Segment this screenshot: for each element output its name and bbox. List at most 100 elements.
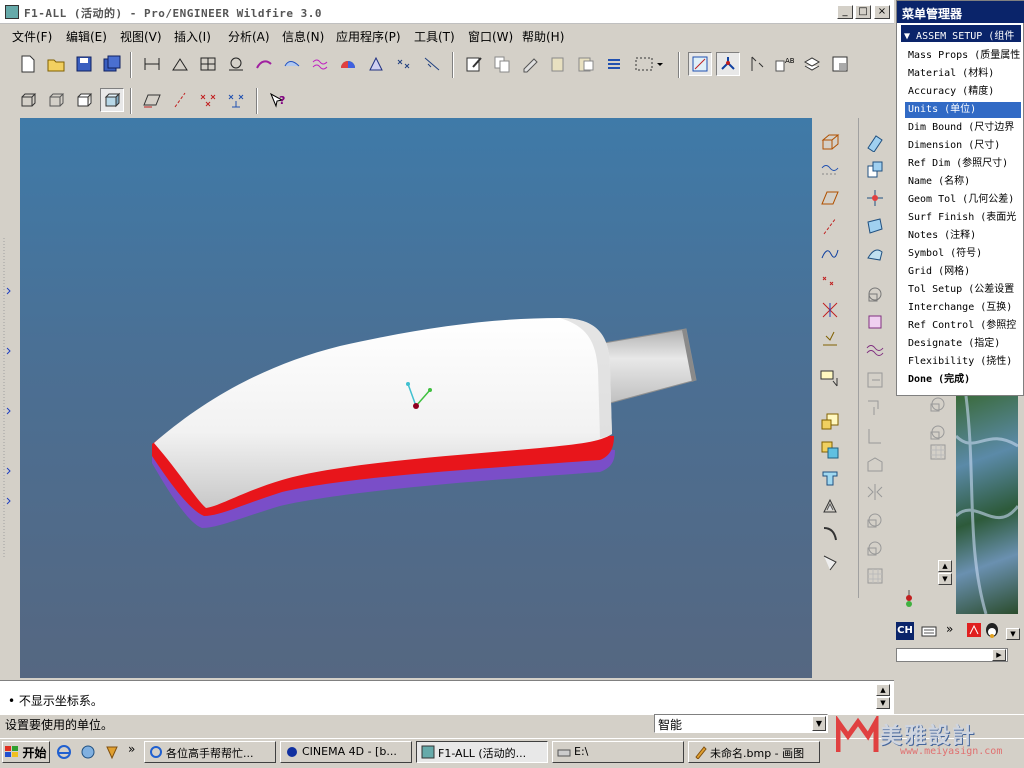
- warp-tool-icon[interactable]: [861, 214, 889, 238]
- group-tool-icon[interactable]: [861, 536, 889, 560]
- move-tool-icon[interactable]: [861, 186, 889, 210]
- menu-item-geom-tol[interactable]: Geom Tol (几何公差): [905, 192, 1021, 208]
- menu-item-notes[interactable]: Notes (注释): [905, 228, 1021, 244]
- message-scroll-down[interactable]: ▼: [876, 697, 890, 709]
- menu-item-tol-setup[interactable]: Tol Setup (公差设置: [905, 282, 1021, 298]
- offset-tool-icon[interactable]: [861, 282, 889, 306]
- save-icon[interactable]: [72, 52, 96, 76]
- tray-down-arrow[interactable]: ▼: [1006, 628, 1020, 640]
- annotation-tool-icon[interactable]: [816, 366, 844, 390]
- menu-item-units[interactable]: Units (单位): [905, 102, 1021, 118]
- media-icon[interactable]: [80, 744, 96, 760]
- axis-tool-icon[interactable]: [816, 214, 844, 238]
- hidden-line-icon[interactable]: [44, 88, 68, 112]
- round-tool-icon[interactable]: [816, 522, 844, 546]
- menu-item-grid[interactable]: Grid (网格): [905, 264, 1021, 280]
- menu-item-flexibility[interactable]: Flexibility (挠性): [905, 354, 1021, 370]
- scroll-down-arrow[interactable]: ▼: [938, 573, 952, 585]
- repaint-icon[interactable]: [688, 52, 712, 76]
- sweep-icon[interactable]: [308, 52, 332, 76]
- menu-item-ref-dim[interactable]: Ref Dim (参照尺寸): [905, 156, 1021, 172]
- csys-display-icon[interactable]: [224, 88, 248, 112]
- menu-window[interactable]: 窗口(W): [468, 28, 513, 45]
- insert-point-icon[interactable]: [744, 52, 768, 76]
- curve-tool-icon[interactable]: [816, 242, 844, 266]
- shell-tool-icon[interactable]: [816, 494, 844, 518]
- task-explorer[interactable]: E:\: [552, 741, 684, 763]
- paste-icon[interactable]: [518, 52, 542, 76]
- menu-item-done[interactable]: Done (完成): [905, 372, 1021, 388]
- intersect-tool-icon[interactable]: [861, 452, 889, 476]
- quick-launch-icon[interactable]: [104, 744, 120, 760]
- surface-edit-icon[interactable]: [861, 242, 889, 266]
- edit-sketch-icon[interactable]: [462, 52, 486, 76]
- assem-setup-header[interactable]: ▼ ASSEM SETUP (组件: [901, 25, 1021, 42]
- insert-component-icon[interactable]: [816, 410, 844, 434]
- chamfer-tool-icon[interactable]: [816, 550, 844, 574]
- merge-tool-icon[interactable]: [861, 338, 889, 362]
- datum-axis-icon[interactable]: [420, 52, 444, 76]
- quicklaunch-overflow[interactable]: »: [128, 742, 135, 756]
- menu-item-accuracy[interactable]: Accuracy (精度): [905, 84, 1021, 100]
- selection-filter-select[interactable]: 智能: [654, 714, 828, 733]
- pattern-tool-icon[interactable]: [861, 508, 889, 532]
- sketch-tool-icon[interactable]: [816, 158, 844, 182]
- grid-tool-icon[interactable]: [861, 564, 889, 588]
- task-cinema4d[interactable]: CINEMA 4D - [b...: [280, 741, 412, 763]
- datum-point-icon[interactable]: [392, 52, 416, 76]
- menu-analysis[interactable]: 分析(A): [228, 28, 270, 45]
- menu-view[interactable]: 视图(V): [120, 28, 162, 45]
- hole-tool-icon[interactable]: [816, 466, 844, 490]
- csys-tool-icon[interactable]: [816, 298, 844, 322]
- task-forum[interactable]: 各位高手帮帮忙...: [144, 741, 276, 763]
- menu-help[interactable]: 帮助(H): [522, 28, 564, 45]
- surface-icon[interactable]: [364, 52, 388, 76]
- trim-tool-icon[interactable]: [861, 396, 889, 420]
- axis-display-icon[interactable]: [168, 88, 192, 112]
- ime-indicator[interactable]: CH: [896, 622, 914, 640]
- task-paint[interactable]: 未命名.bmp - 画图: [688, 741, 820, 763]
- menu-tools[interactable]: 工具(T): [414, 28, 455, 45]
- start-button[interactable]: 开始: [2, 741, 50, 763]
- annotation-icon[interactable]: AB: [772, 52, 796, 76]
- menu-item-mass-props[interactable]: Mass Props (质量属性: [905, 48, 1021, 64]
- thicken-tool-icon[interactable]: [861, 310, 889, 334]
- task-proengineer[interactable]: F1-ALL (活动的...: [416, 741, 548, 763]
- menu-item-dim-bound[interactable]: Dim Bound (尺寸边界: [905, 120, 1021, 136]
- wireframe-icon[interactable]: [16, 88, 40, 112]
- menu-item-surf-finish[interactable]: Surf Finish (表面光: [905, 210, 1021, 226]
- tray-overflow[interactable]: »: [946, 622, 953, 636]
- regenerate-icon[interactable]: [196, 52, 220, 76]
- menu-applications[interactable]: 应用程序(P): [336, 28, 401, 45]
- maximize-button[interactable]: □: [855, 5, 871, 19]
- chevron-down-icon[interactable]: ▼: [812, 716, 826, 731]
- menu-item-material[interactable]: Material (材料): [905, 66, 1021, 82]
- message-scroll-up[interactable]: ▲: [876, 684, 890, 696]
- menu-info[interactable]: 信息(N): [282, 28, 324, 45]
- menu-item-name[interactable]: Name (名称): [905, 174, 1021, 190]
- plane-display-icon[interactable]: [140, 88, 164, 112]
- scroll-right-arrow[interactable]: ▶: [992, 649, 1006, 661]
- menu-item-symbol[interactable]: Symbol (符号): [905, 246, 1021, 262]
- menu-file[interactable]: 文件(F): [12, 28, 52, 45]
- ie-icon[interactable]: [56, 744, 72, 760]
- new-file-icon[interactable]: [16, 52, 40, 76]
- mirror-tool-icon[interactable]: [861, 480, 889, 504]
- menu-insert[interactable]: 插入(I): [174, 28, 211, 45]
- model-tree-icon[interactable]: [224, 52, 248, 76]
- close-button[interactable]: ×: [874, 5, 890, 19]
- layers-icon[interactable]: [800, 52, 824, 76]
- project-tool-icon[interactable]: [861, 424, 889, 448]
- context-help-icon[interactable]: ?: [266, 88, 290, 112]
- datum-plane-icon[interactable]: [168, 52, 192, 76]
- menu-item-interchange[interactable]: Interchange (互换): [905, 300, 1021, 316]
- menu-item-dimension[interactable]: Dimension (尺寸): [905, 138, 1021, 154]
- save-copy-icon[interactable]: [100, 52, 124, 76]
- selection-box-icon[interactable]: [602, 52, 626, 76]
- edit-feature-icon[interactable]: [861, 130, 889, 154]
- graphics-viewport[interactable]: [20, 118, 812, 678]
- copy-icon[interactable]: [490, 52, 514, 76]
- redefine-icon[interactable]: [861, 158, 889, 182]
- keyboard-icon[interactable]: [920, 622, 938, 640]
- extend-tool-icon[interactable]: [861, 368, 889, 392]
